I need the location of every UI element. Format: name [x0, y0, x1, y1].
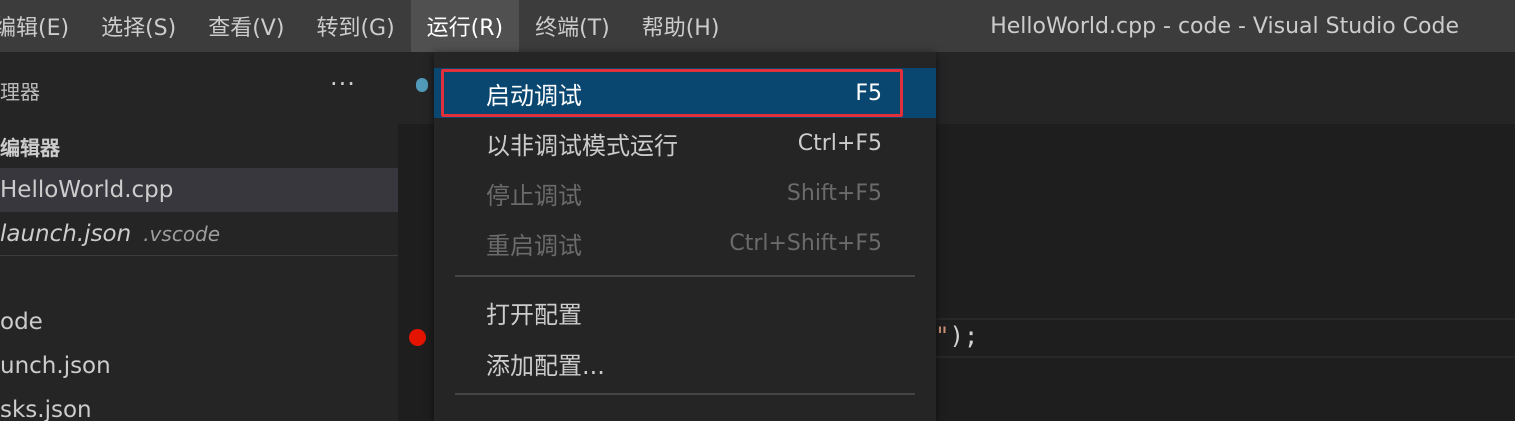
menu-item-restart-debugging: 重启调试 Ctrl+Shift+F5: [434, 218, 936, 268]
current-line-highlight: [936, 318, 1515, 358]
file-item-label: unch.json: [0, 353, 111, 379]
menu-item-stop-debugging: 停止调试 Shift+F5: [434, 168, 936, 218]
menu-go[interactable]: 转到(G): [300, 0, 410, 52]
menu-view[interactable]: 查看(V): [192, 0, 300, 52]
run-menu-dropdown: 启动调试 F5 以非调试模式运行 Ctrl+F5 停止调试 Shift+F5 重…: [434, 52, 936, 421]
menu-item-label: 启动调试: [486, 81, 582, 110]
menu-item-run-without-debugging[interactable]: 以非调试模式运行 Ctrl+F5: [434, 118, 936, 168]
menu-item-shortcut: Ctrl+F5: [797, 130, 882, 156]
menu-item-open-configurations[interactable]: 打开配置: [434, 287, 936, 337]
open-editor-desc: .vscode: [143, 222, 221, 246]
menu-item-label: 停止调试: [486, 181, 582, 210]
window-title: HelloWorld.cpp - code - Visual Studio Co…: [990, 13, 1459, 39]
menu-help[interactable]: 帮助(H): [626, 0, 736, 52]
file-icon: [416, 78, 428, 92]
folder-item[interactable]: ode: [0, 300, 398, 344]
menu-item-label: 打开配置: [486, 300, 582, 329]
explorer-title: 理器: [0, 80, 40, 104]
open-editor-item-helloworld[interactable]: HelloWorld.cpp: [0, 168, 398, 212]
open-editor-label: launch.json: [0, 221, 132, 247]
file-item-label: sks.json: [0, 397, 92, 421]
code-punctuation-token: );: [949, 322, 979, 350]
open-editors-title[interactable]: 编辑器: [0, 132, 60, 161]
menu-terminal[interactable]: 终端(T): [519, 0, 626, 52]
menu-item-shortcut: F5: [855, 80, 882, 106]
explorer-sidebar: 理器 ··· 编辑器 HelloWorld.cpp launch.json .v…: [0, 52, 398, 421]
menu-run[interactable]: 运行(R): [410, 0, 520, 52]
open-editor-label: HelloWorld.cpp: [0, 177, 174, 203]
menu-edit[interactable]: 编辑(E): [0, 0, 85, 52]
breakpoint-icon[interactable]: [409, 329, 426, 346]
section-divider: [0, 255, 398, 256]
open-editor-item-launch[interactable]: launch.json .vscode: [0, 212, 398, 256]
menu-item-label: 添加配置...: [486, 351, 605, 380]
menu-item-start-debugging[interactable]: 启动调试 F5: [434, 68, 936, 118]
folder-item-label: ode: [0, 309, 43, 335]
menu-item-shortcut: Ctrl+Shift+F5: [729, 230, 882, 256]
code-line: ");: [935, 322, 978, 350]
menu-item-add-configuration[interactable]: 添加配置...: [434, 338, 936, 388]
menu-separator: [455, 393, 915, 395]
file-item[interactable]: sks.json: [0, 388, 398, 421]
menu-item-label: 以非调试模式运行: [486, 131, 678, 160]
file-item[interactable]: unch.json: [0, 344, 398, 388]
menu-selection[interactable]: 选择(S): [85, 0, 192, 52]
menu-separator: [455, 275, 915, 277]
code-string-token: ": [935, 322, 950, 350]
menu-item-label: 重启调试: [486, 231, 582, 260]
more-actions-icon[interactable]: ···: [330, 70, 356, 98]
menu-item-shortcut: Shift+F5: [786, 180, 882, 206]
